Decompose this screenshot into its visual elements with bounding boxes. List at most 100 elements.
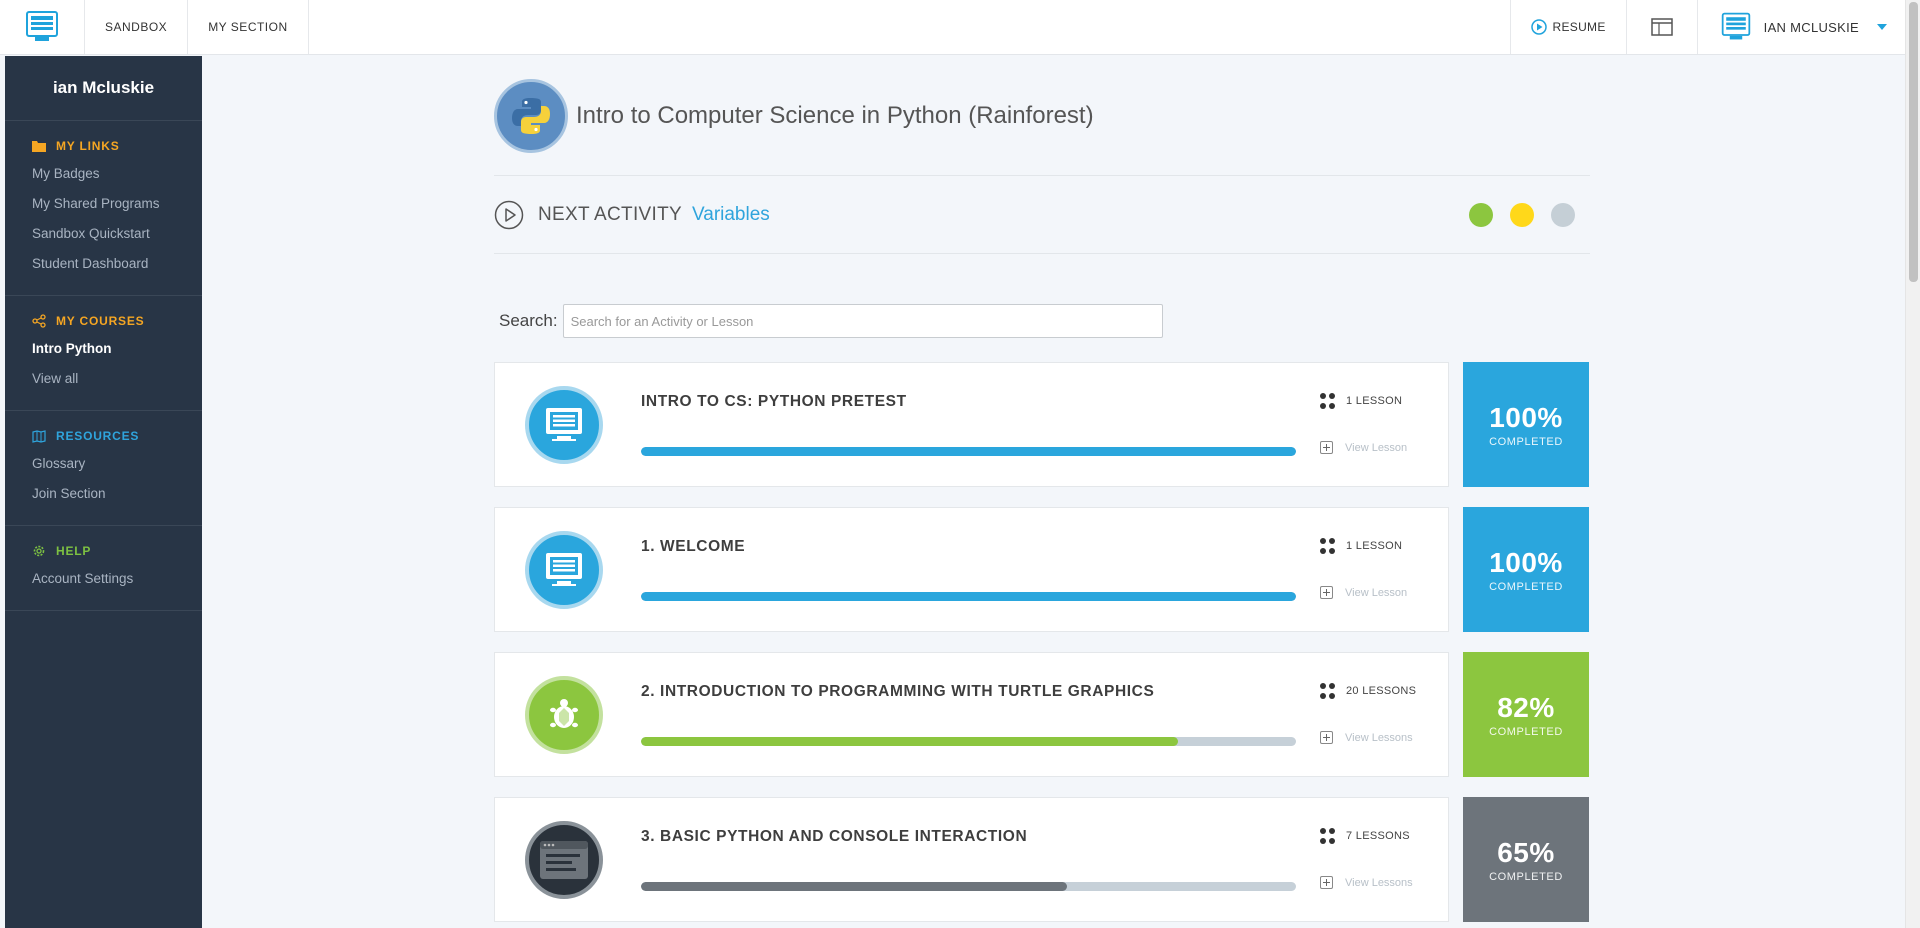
gear-icon xyxy=(33,545,45,557)
grid-dots-icon xyxy=(1320,683,1336,699)
heading-label: MY LINKS xyxy=(56,139,120,153)
progress-fill xyxy=(641,882,1067,891)
sidebar-item-student-dashboard[interactable]: Student Dashboard xyxy=(32,249,202,279)
user-menu[interactable]: IAN MCLUSKIE xyxy=(1696,0,1905,54)
next-activity-label: NEXT ACTIVITY xyxy=(538,203,682,225)
unit-meta: 20 LESSONS View Lessons xyxy=(1320,683,1440,744)
lesson-count-label: 20 LESSONS xyxy=(1346,685,1417,697)
sidebar-section-help: HELP Account Settings xyxy=(5,526,202,611)
lesson-count-label: 1 LESSON xyxy=(1346,395,1403,407)
heading-label: MY COURSES xyxy=(56,314,145,328)
progress-bar xyxy=(641,737,1296,746)
sidebar-item-join-section[interactable]: Join Section xyxy=(32,479,202,509)
grid-dots-icon xyxy=(1320,393,1336,409)
section-heading: HELP xyxy=(32,544,202,558)
plus-square-icon xyxy=(1320,586,1333,599)
unit-card[interactable]: 2. INTRODUCTION TO PROGRAMMING WITH TURT… xyxy=(494,652,1449,777)
unit-body: 1. WELCOME xyxy=(641,538,1296,601)
console-icon xyxy=(525,820,603,899)
status-dot-gray xyxy=(1551,202,1575,227)
completion-badge: 65% COMPLETED xyxy=(1463,797,1589,922)
unit-body: 3. BASIC PYTHON AND CONSOLE INTERACTION xyxy=(641,828,1296,891)
unit-title[interactable]: 1. WELCOME xyxy=(641,538,1296,556)
sidebar-item-intro-python[interactable]: Intro Python xyxy=(32,334,202,364)
plus-square-icon xyxy=(1320,731,1333,744)
page-scrollbar[interactable] xyxy=(1905,0,1920,928)
unit-card[interactable]: 1. WELCOME 1 LESSON View Lesson xyxy=(494,507,1449,632)
sidebar-item-glossary[interactable]: Glossary xyxy=(32,449,202,479)
course-title: Intro to Computer Science in Python (Rai… xyxy=(576,101,1094,129)
sidebar-item-my-badges[interactable]: My Badges xyxy=(32,159,202,189)
next-activity-bar[interactable]: NEXT ACTIVITY Variables xyxy=(494,176,1590,254)
next-activity-link[interactable]: Variables xyxy=(692,204,770,226)
unit-row[interactable]: 3. BASIC PYTHON AND CONSOLE INTERACTION … xyxy=(494,797,1590,922)
view-lessons-link[interactable]: View Lessons xyxy=(1320,876,1440,889)
browser-window-icon xyxy=(1650,18,1673,36)
course-header: Intro to Computer Science in Python (Rai… xyxy=(494,56,1590,176)
completion-percent: 100% xyxy=(1489,546,1563,578)
unit-row[interactable]: INTRO TO CS: PYTHON PRETEST 1 LESSON Vie… xyxy=(494,362,1590,487)
nav-my-section[interactable]: MY SECTION xyxy=(188,0,309,54)
python-logo-icon xyxy=(494,78,568,153)
grid-dots-icon xyxy=(1320,828,1336,844)
monitor-icon xyxy=(525,385,603,464)
sidebar: ian Mcluskie MY LINKS My Badges My Share… xyxy=(5,56,202,928)
lesson-count: 1 LESSON xyxy=(1320,393,1440,409)
lesson-count: 1 LESSON xyxy=(1320,538,1440,554)
share-icon xyxy=(32,314,46,328)
progress-bar xyxy=(641,592,1296,601)
unit-row[interactable]: 2. INTRODUCTION TO PROGRAMMING WITH TURT… xyxy=(494,652,1590,777)
unit-title[interactable]: 2. INTRODUCTION TO PROGRAMMING WITH TURT… xyxy=(641,683,1296,701)
plus-square-icon xyxy=(1320,441,1333,454)
unit-list: INTRO TO CS: PYTHON PRETEST 1 LESSON Vie… xyxy=(494,362,1590,922)
unit-meta: 7 LESSONS View Lessons xyxy=(1320,828,1440,889)
completion-badge: 100% COMPLETED xyxy=(1463,507,1589,632)
status-dot-green xyxy=(1469,202,1493,227)
search-label: Search: xyxy=(499,311,558,330)
sidebar-item-view-all[interactable]: View all xyxy=(32,364,202,394)
progress-bar xyxy=(641,882,1296,891)
completion-label: COMPLETED xyxy=(1489,725,1563,738)
window-toggle-button[interactable] xyxy=(1625,0,1697,54)
top-nav-bar: SANDBOX MY SECTION RESUME IAN MCLUSKIE xyxy=(0,0,1905,55)
sidebar-section-resources: RESOURCES Glossary Join Section xyxy=(5,411,202,526)
map-icon xyxy=(32,429,46,443)
unit-card[interactable]: 3. BASIC PYTHON AND CONSOLE INTERACTION … xyxy=(494,797,1449,922)
plus-square-icon xyxy=(1320,876,1333,889)
heading-label: HELP xyxy=(56,544,92,558)
unit-title[interactable]: 3. BASIC PYTHON AND CONSOLE INTERACTION xyxy=(641,828,1296,846)
resume-button[interactable]: RESUME xyxy=(1509,0,1626,54)
view-lessons-label: View Lessons xyxy=(1345,731,1413,744)
unit-title[interactable]: INTRO TO CS: PYTHON PRETEST xyxy=(641,393,1296,411)
monitor-logo-icon xyxy=(26,11,58,41)
unit-row[interactable]: 1. WELCOME 1 LESSON View Lesson 100% COM… xyxy=(494,507,1590,632)
codehs-logo[interactable] xyxy=(0,0,85,54)
completion-percent: 82% xyxy=(1497,691,1555,723)
sidebar-item-account-settings[interactable]: Account Settings xyxy=(32,564,202,594)
sidebar-item-sandbox-quickstart[interactable]: Sandbox Quickstart xyxy=(32,219,202,249)
search-row: Search: xyxy=(494,304,1590,338)
unit-meta: 1 LESSON View Lesson xyxy=(1320,393,1440,454)
progress-fill xyxy=(641,737,1179,746)
sidebar-item-my-shared-programs[interactable]: My Shared Programs xyxy=(32,189,202,219)
progress-fill xyxy=(641,592,1296,601)
view-lessons-link[interactable]: View Lessons xyxy=(1320,731,1440,744)
view-lessons-link[interactable]: View Lesson xyxy=(1320,586,1440,599)
completion-percent: 65% xyxy=(1497,836,1555,868)
view-lessons-label: View Lesson xyxy=(1345,586,1408,599)
resume-label: RESUME xyxy=(1552,20,1606,34)
scrollbar-thumb[interactable] xyxy=(1909,2,1918,282)
search-input[interactable] xyxy=(562,304,1163,338)
progress-bar xyxy=(641,447,1296,456)
folder-icon xyxy=(32,141,46,152)
unit-card[interactable]: INTRO TO CS: PYTHON PRETEST 1 LESSON Vie… xyxy=(494,362,1449,487)
view-lessons-link[interactable]: View Lesson xyxy=(1320,441,1440,454)
user-avatar-icon xyxy=(1721,12,1750,40)
completion-percent: 100% xyxy=(1489,401,1563,433)
completion-badge: 100% COMPLETED xyxy=(1463,362,1589,487)
nav-sandbox[interactable]: SANDBOX xyxy=(85,0,189,54)
sidebar-section-my-courses: MY COURSES Intro Python View all xyxy=(5,296,202,411)
lesson-count-label: 1 LESSON xyxy=(1346,540,1403,552)
completion-label: COMPLETED xyxy=(1489,435,1563,448)
